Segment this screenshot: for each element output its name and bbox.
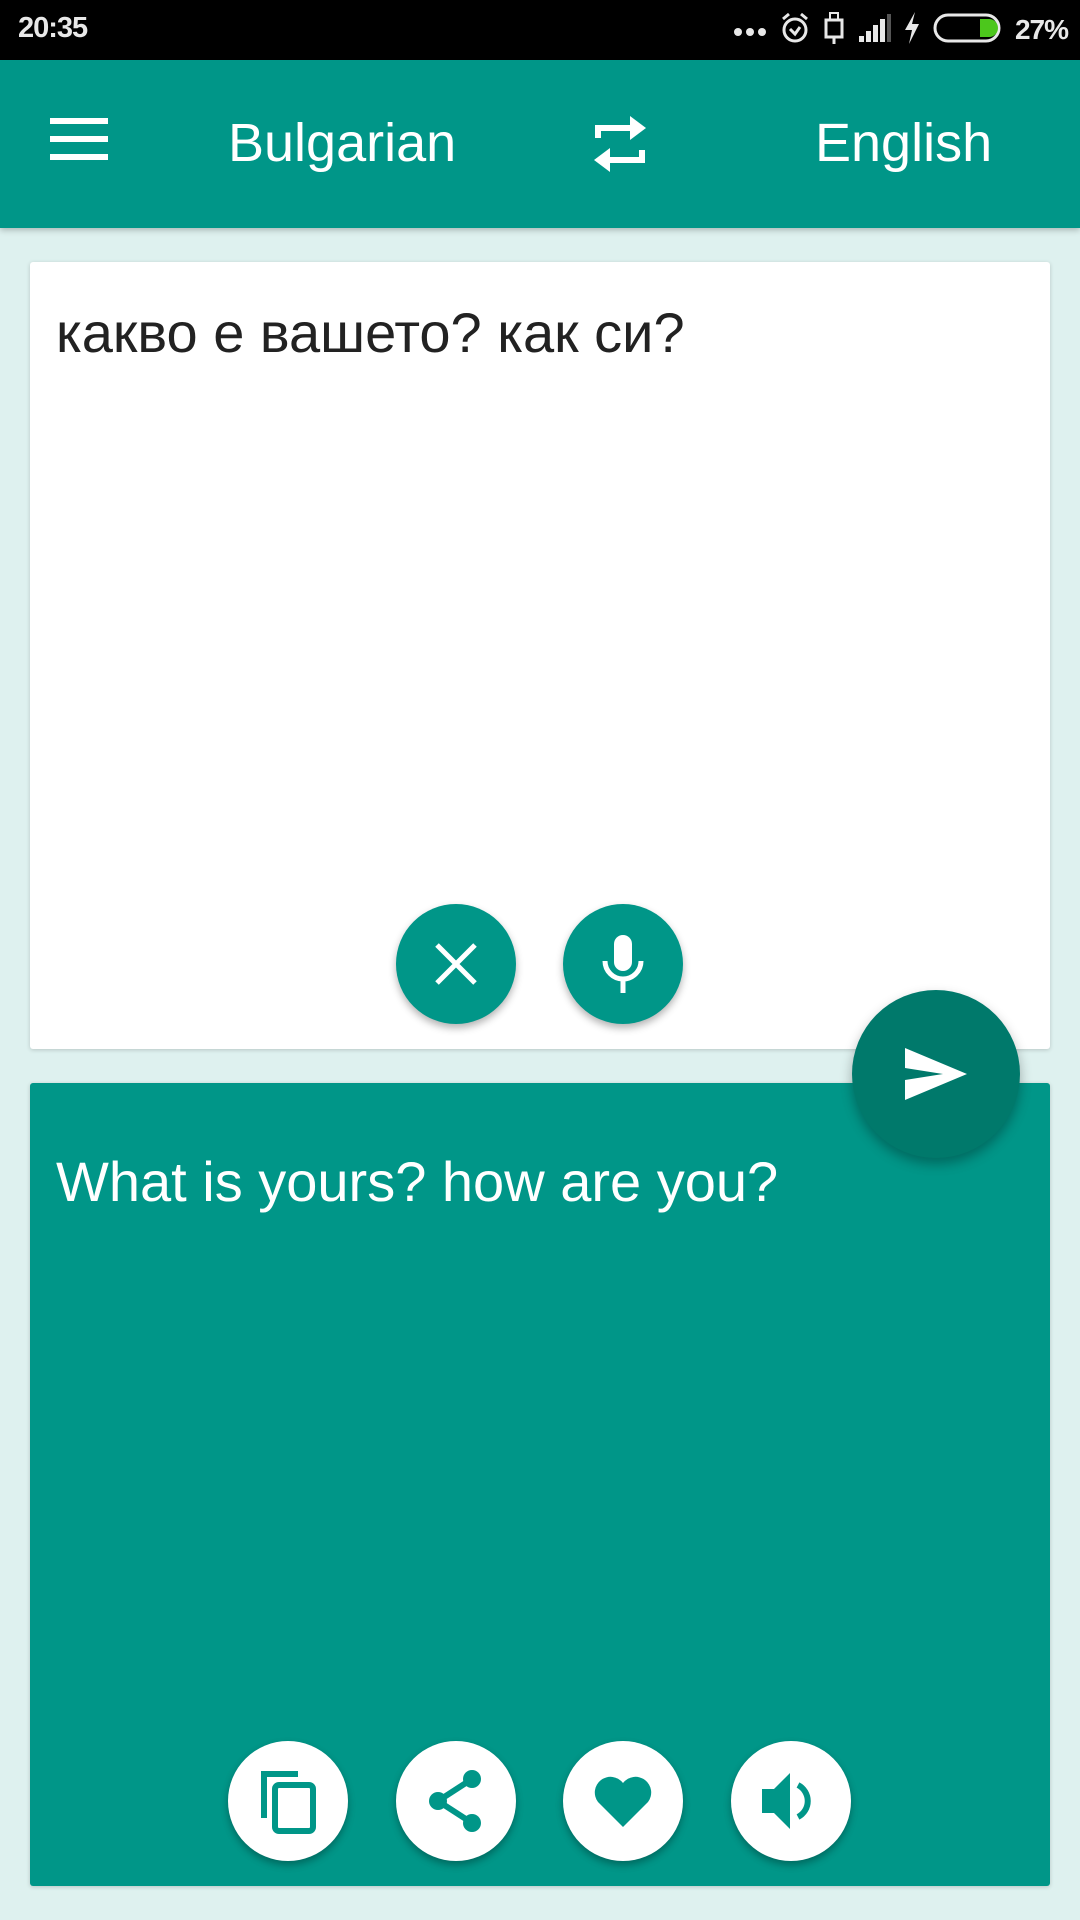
voice-input-button[interactable] xyxy=(563,904,683,1024)
microphone-icon xyxy=(602,935,644,993)
app-bar: Bulgarian English xyxy=(0,60,1080,228)
menu-button[interactable] xyxy=(50,118,114,168)
source-text-input[interactable]: какво е вашето? как си? xyxy=(56,300,685,365)
translate-button[interactable] xyxy=(852,990,1020,1158)
clear-button[interactable] xyxy=(396,904,516,1024)
charging-icon xyxy=(903,11,921,49)
status-bar: 20:35 27% xyxy=(0,0,1080,60)
target-language-selector[interactable]: English xyxy=(815,112,992,174)
translated-text: What is yours? how are you? xyxy=(56,1150,779,1213)
speaker-icon xyxy=(762,1773,811,1829)
more-dots-icon xyxy=(733,18,767,43)
heart-icon xyxy=(594,1776,652,1827)
battery-icon xyxy=(933,13,1003,48)
swap-languages-icon xyxy=(594,116,646,172)
signal-icon xyxy=(857,13,891,47)
alarm-icon xyxy=(779,11,811,50)
share-button[interactable] xyxy=(396,1741,516,1861)
battery-percent: 27% xyxy=(1014,14,1069,45)
input-card: какво е вашето? как си? xyxy=(30,262,1050,1049)
usb-icon xyxy=(823,11,845,50)
swap-languages-button[interactable] xyxy=(590,112,660,184)
favorite-button[interactable] xyxy=(563,1741,683,1861)
copy-icon xyxy=(261,1771,316,1834)
send-icon xyxy=(905,1048,967,1100)
output-card: What is yours? how are you? xyxy=(30,1083,1050,1886)
close-icon xyxy=(435,943,477,985)
status-time: 20:35 xyxy=(18,12,88,44)
share-icon xyxy=(429,1770,481,1832)
copy-button[interactable] xyxy=(228,1741,348,1861)
speak-button[interactable] xyxy=(731,1741,851,1861)
hamburger-menu-icon xyxy=(50,118,108,160)
source-language-selector[interactable]: Bulgarian xyxy=(228,112,456,174)
status-icons: 27% xyxy=(733,10,1069,50)
